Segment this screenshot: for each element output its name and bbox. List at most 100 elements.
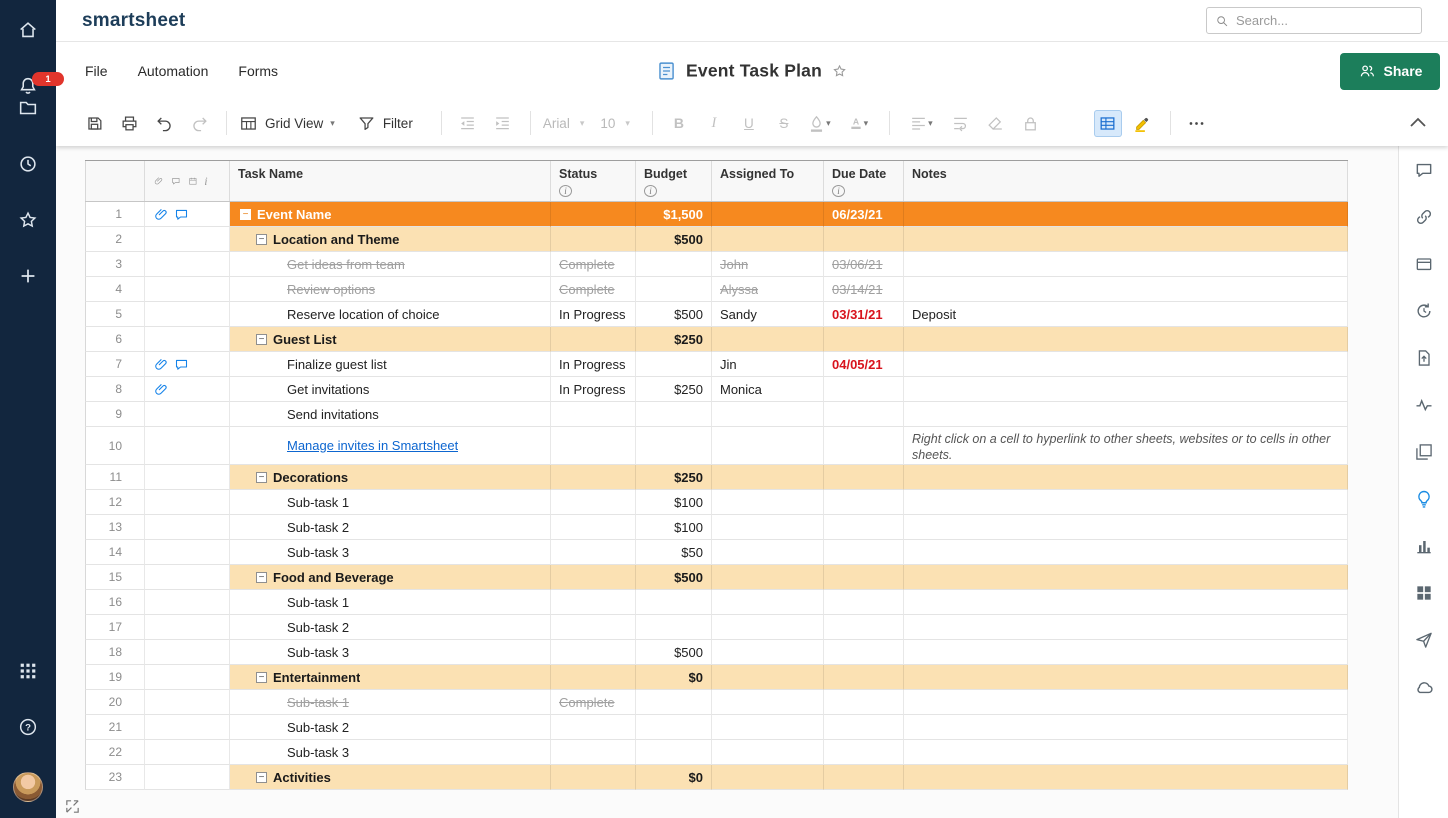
column-header-task[interactable]: Task Name <box>230 161 551 201</box>
menu-file[interactable]: File <box>85 63 108 79</box>
apps-icon[interactable] <box>17 660 39 682</box>
assigned-cell[interactable] <box>712 615 824 640</box>
row-number[interactable]: 18 <box>85 640 145 665</box>
budget-cell[interactable]: $100 <box>636 490 712 515</box>
budget-cell[interactable] <box>636 402 712 427</box>
status-cell[interactable] <box>551 590 636 615</box>
row-number[interactable]: 8 <box>85 377 145 402</box>
redo-button[interactable] <box>185 110 213 137</box>
assigned-cell[interactable] <box>712 515 824 540</box>
indent-button[interactable] <box>489 110 517 137</box>
row-number[interactable]: 17 <box>85 615 145 640</box>
assigned-cell[interactable] <box>712 640 824 665</box>
assigned-cell[interactable] <box>712 327 824 352</box>
notes-cell[interactable] <box>904 640 1348 665</box>
due-cell[interactable] <box>824 465 904 490</box>
task-cell[interactable]: −Activities <box>230 765 551 790</box>
budget-cell[interactable] <box>636 427 712 465</box>
status-cell[interactable]: In Progress <box>551 352 636 377</box>
assigned-cell[interactable] <box>712 202 824 227</box>
budget-cell[interactable] <box>636 252 712 277</box>
recents-icon[interactable] <box>17 153 39 175</box>
task-cell[interactable]: Sub-task 3 <box>230 740 551 765</box>
bold-button[interactable]: B <box>665 110 693 137</box>
status-cell[interactable]: In Progress <box>551 302 636 327</box>
notes-cell[interactable] <box>904 402 1348 427</box>
menu-automation[interactable]: Automation <box>138 63 209 79</box>
task-cell[interactable]: −Food and Beverage <box>230 565 551 590</box>
conversations-icon[interactable] <box>1414 160 1434 180</box>
row-number[interactable]: 6 <box>85 327 145 352</box>
assigned-cell[interactable]: John <box>712 252 824 277</box>
help-icon[interactable]: ? <box>17 716 39 738</box>
font-size-select[interactable]: 10 ▾ <box>600 116 630 131</box>
status-cell[interactable] <box>551 402 636 427</box>
conditional-formatting-button[interactable] <box>1094 110 1122 137</box>
smart-tips-icon[interactable] <box>1414 489 1434 509</box>
status-cell[interactable] <box>551 427 636 465</box>
status-cell[interactable]: Complete <box>551 690 636 715</box>
budget-cell[interactable]: $500 <box>636 565 712 590</box>
row-number[interactable]: 10 <box>85 427 145 465</box>
due-cell[interactable] <box>824 427 904 465</box>
due-cell[interactable] <box>824 490 904 515</box>
assigned-cell[interactable] <box>712 590 824 615</box>
browse-icon[interactable] <box>17 97 39 119</box>
status-cell[interactable]: Complete <box>551 277 636 302</box>
assigned-cell[interactable] <box>712 765 824 790</box>
italic-button[interactable]: I <box>700 110 728 137</box>
notes-cell[interactable] <box>904 590 1348 615</box>
notes-cell[interactable] <box>904 465 1348 490</box>
wrap-text-button[interactable] <box>947 110 975 137</box>
dashboards-icon[interactable] <box>1414 583 1434 603</box>
assigned-cell[interactable] <box>712 740 824 765</box>
row-number[interactable]: 7 <box>85 352 145 377</box>
undo-button[interactable] <box>150 110 178 137</box>
budget-cell[interactable] <box>636 740 712 765</box>
align-button[interactable]: ▾ <box>902 110 940 137</box>
assigned-cell[interactable] <box>712 690 824 715</box>
assigned-cell[interactable]: Monica <box>712 377 824 402</box>
notes-cell[interactable]: Right click on a cell to hyperlink to ot… <box>904 427 1348 465</box>
task-cell[interactable]: Sub-task 3 <box>230 540 551 565</box>
due-cell[interactable]: 03/31/21 <box>824 302 904 327</box>
send-icon[interactable] <box>1414 630 1434 650</box>
status-cell[interactable] <box>551 740 636 765</box>
budget-cell[interactable] <box>636 590 712 615</box>
status-cell[interactable] <box>551 540 636 565</box>
row-number[interactable]: 11 <box>85 465 145 490</box>
notes-cell[interactable] <box>904 665 1348 690</box>
summary-icon[interactable] <box>1414 442 1434 462</box>
notes-cell[interactable] <box>904 740 1348 765</box>
row-number[interactable]: 2 <box>85 227 145 252</box>
budget-cell[interactable]: $500 <box>636 227 712 252</box>
budget-cell[interactable] <box>636 352 712 377</box>
task-cell[interactable]: Sub-task 3 <box>230 640 551 665</box>
budget-cell[interactable]: $0 <box>636 765 712 790</box>
filter-button[interactable]: Filter <box>357 114 413 133</box>
outdent-button[interactable] <box>454 110 482 137</box>
menu-forms[interactable]: Forms <box>238 63 278 79</box>
notes-cell[interactable] <box>904 277 1348 302</box>
column-header-assigned[interactable]: Assigned To <box>712 161 824 201</box>
row-number[interactable]: 16 <box>85 590 145 615</box>
row-number[interactable]: 20 <box>85 690 145 715</box>
share-button[interactable]: Share <box>1340 53 1440 90</box>
column-info-icon[interactable]: i <box>832 185 845 197</box>
due-cell[interactable]: 04/05/21 <box>824 352 904 377</box>
row-number[interactable]: 14 <box>85 540 145 565</box>
attachment-icon[interactable] <box>154 357 169 372</box>
notes-cell[interactable] <box>904 202 1348 227</box>
print-button[interactable] <box>115 110 143 137</box>
column-header-due[interactable]: Due Datei <box>824 161 904 201</box>
fill-color-button[interactable]: ▾ <box>805 110 833 137</box>
column-header-notes[interactable]: Notes <box>904 161 1348 201</box>
favorite-star-icon[interactable] <box>831 63 848 80</box>
task-cell[interactable]: −Event Name <box>230 202 551 227</box>
due-cell[interactable] <box>824 665 904 690</box>
update-requests-icon[interactable] <box>1414 301 1434 321</box>
due-cell[interactable]: 03/14/21 <box>824 277 904 302</box>
task-cell[interactable]: Reserve location of choice <box>230 302 551 327</box>
row-number[interactable]: 19 <box>85 665 145 690</box>
assigned-cell[interactable]: Jin <box>712 352 824 377</box>
